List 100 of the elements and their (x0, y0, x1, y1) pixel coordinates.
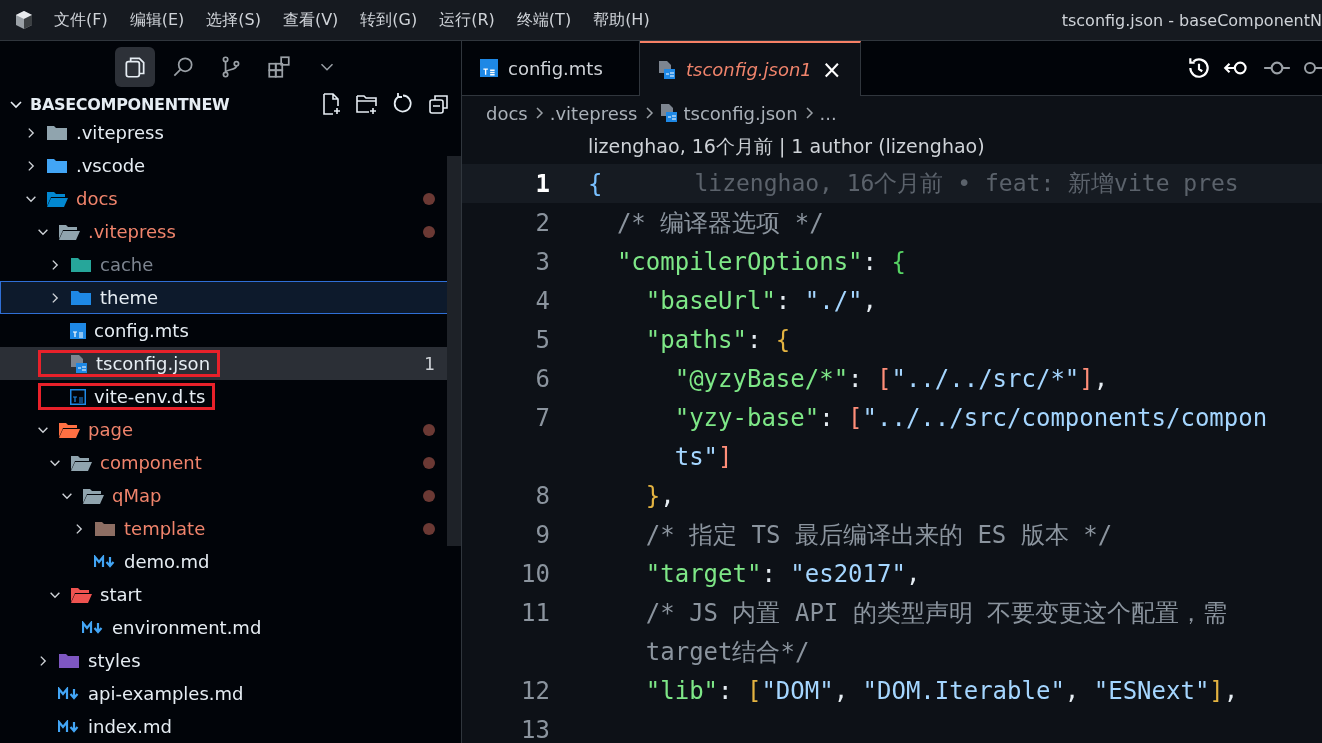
modified-dot (423, 423, 435, 436)
breadcrumb[interactable]: ... (819, 102, 837, 124)
code-line: "target": "es2017", (644, 559, 921, 588)
modified-dot (423, 522, 435, 535)
app-logo-icon (14, 10, 34, 30)
menu-item[interactable]: 转到(G) (360, 9, 418, 31)
menu-item[interactable]: 运行(R) (439, 9, 495, 31)
code-line: "baseUrl": "./", (644, 286, 877, 315)
line-number: 13 (521, 715, 550, 743)
menu-item[interactable]: 文件(F) (54, 9, 108, 31)
line-number: 4 (535, 286, 550, 315)
folder-icon (58, 420, 80, 439)
code-line: ts"] (673, 442, 733, 471)
file-name[interactable]: styles (88, 650, 141, 671)
explorer-title: BASECOMPONENTNEW (30, 94, 230, 114)
typescript-file-icon (70, 388, 86, 405)
line-number: 3 (535, 247, 550, 276)
markdown-file-icon (58, 719, 80, 734)
scrollbar-thumb[interactable] (447, 156, 461, 546)
folder-icon (58, 222, 80, 241)
folder-icon (46, 156, 68, 175)
line-number: 10 (521, 559, 550, 588)
editor-tab[interactable]: tsconfig.json1 × (640, 41, 861, 96)
file-name[interactable]: config.mts (94, 320, 189, 341)
code-line: /* 指定 TS 最后编译出来的 ES 版本 */ (644, 519, 1113, 551)
code-line: "paths": { (644, 325, 791, 354)
file-name[interactable]: demo.md (124, 551, 210, 572)
file-name[interactable]: start (100, 584, 142, 605)
file-name[interactable]: vite-env.d.ts (94, 386, 206, 407)
modified-dot (423, 456, 435, 469)
line-number: 12 (521, 676, 550, 705)
breadcrumb[interactable]: tsconfig.json (683, 102, 798, 124)
folder-icon (70, 288, 92, 307)
folder-icon (46, 189, 68, 208)
editor-tab[interactable]: config.mts (462, 41, 640, 96)
menu-item[interactable]: 编辑(E) (129, 9, 185, 31)
folder-icon (94, 519, 116, 538)
file-name[interactable]: component (100, 452, 202, 473)
code-line: /* JS 内置 API 的类型声明 不要变更这个配置，需 (644, 597, 1228, 629)
explorer-button[interactable] (114, 46, 155, 87)
code-line: { (588, 169, 603, 198)
menu-item[interactable]: 查看(V) (282, 9, 339, 31)
file-name[interactable]: tsconfig.json (96, 353, 211, 374)
folder-icon (46, 123, 68, 142)
code-line: /* 编译器选项 */ (615, 207, 824, 239)
config-file-icon (659, 103, 678, 123)
file-name[interactable]: .vitepress (76, 122, 164, 143)
code-line: "compilerOptions": { (615, 247, 906, 276)
problem-count: 1 (424, 353, 435, 374)
folder-icon (70, 453, 92, 472)
code-line: "lib": ["DOM", "DOM.Iterable", "ESNext"], (644, 676, 1239, 705)
file-name[interactable]: .vscode (76, 155, 146, 176)
modified-dot (423, 489, 435, 502)
file-name[interactable]: docs (76, 188, 118, 209)
line-number: 5 (535, 325, 550, 354)
code-line: target结合*/ (644, 636, 810, 668)
file-name[interactable]: cache (100, 254, 154, 275)
markdown-file-icon (82, 620, 104, 635)
breadcrumb[interactable]: docs (486, 102, 528, 124)
file-name[interactable]: index.md (88, 716, 172, 737)
code-line: "@yzyBase/*": ["../../src/*"], (673, 364, 1109, 393)
line-number: 7 (535, 403, 550, 432)
folder-icon (82, 486, 104, 505)
folder-icon (70, 255, 92, 274)
line-number: 8 (535, 481, 550, 510)
extensions-icon[interactable] (265, 53, 292, 80)
chevron-icon (533, 105, 544, 121)
close-tab-button[interactable]: × (821, 55, 842, 84)
typescript-file-icon (70, 322, 86, 339)
new-folder-icon[interactable] (355, 92, 379, 116)
chevron-icon (643, 105, 654, 121)
menu-item[interactable]: 帮助(H) (593, 9, 650, 31)
code-line: "yzy-base": ["../../src/components/compon (673, 403, 1268, 432)
file-name[interactable]: qMap (112, 485, 162, 506)
markdown-file-icon (58, 686, 80, 701)
file-name[interactable]: template (124, 518, 206, 539)
window-title: tsconfig.json - baseComponentN (1061, 10, 1322, 30)
codelens-text[interactable]: lizenghao, 16个月前 | 1 author (lizenghao) (588, 134, 985, 160)
code-line: }, (644, 481, 675, 510)
chevron-icon (803, 105, 814, 121)
history-icon[interactable] (1186, 55, 1212, 81)
line-number: 2 (535, 208, 550, 237)
file-name[interactable]: api-examples.md (88, 683, 244, 704)
config-file-icon (658, 59, 676, 80)
file-name[interactable]: page (88, 419, 133, 440)
menu-item[interactable]: 选择(S) (206, 9, 261, 31)
file-name[interactable]: environment.md (112, 617, 262, 638)
collapse-all-icon[interactable] (427, 92, 451, 116)
breadcrumb[interactable]: .vitepress (549, 102, 638, 124)
line-number: 9 (535, 520, 550, 549)
modified-dot (423, 192, 435, 205)
inline-blame: lizenghao, 16个月前 • feat: 新增vite pres (694, 169, 1239, 198)
markdown-file-icon (94, 554, 116, 569)
menu-item[interactable]: 终端(T) (516, 9, 572, 31)
line-number: 11 (521, 598, 550, 627)
file-name[interactable]: .vitepress (88, 221, 176, 242)
file-name[interactable]: theme (100, 287, 159, 308)
line-number: 6 (535, 364, 550, 393)
folder-icon (58, 651, 80, 670)
typescript-file-icon (480, 59, 498, 77)
